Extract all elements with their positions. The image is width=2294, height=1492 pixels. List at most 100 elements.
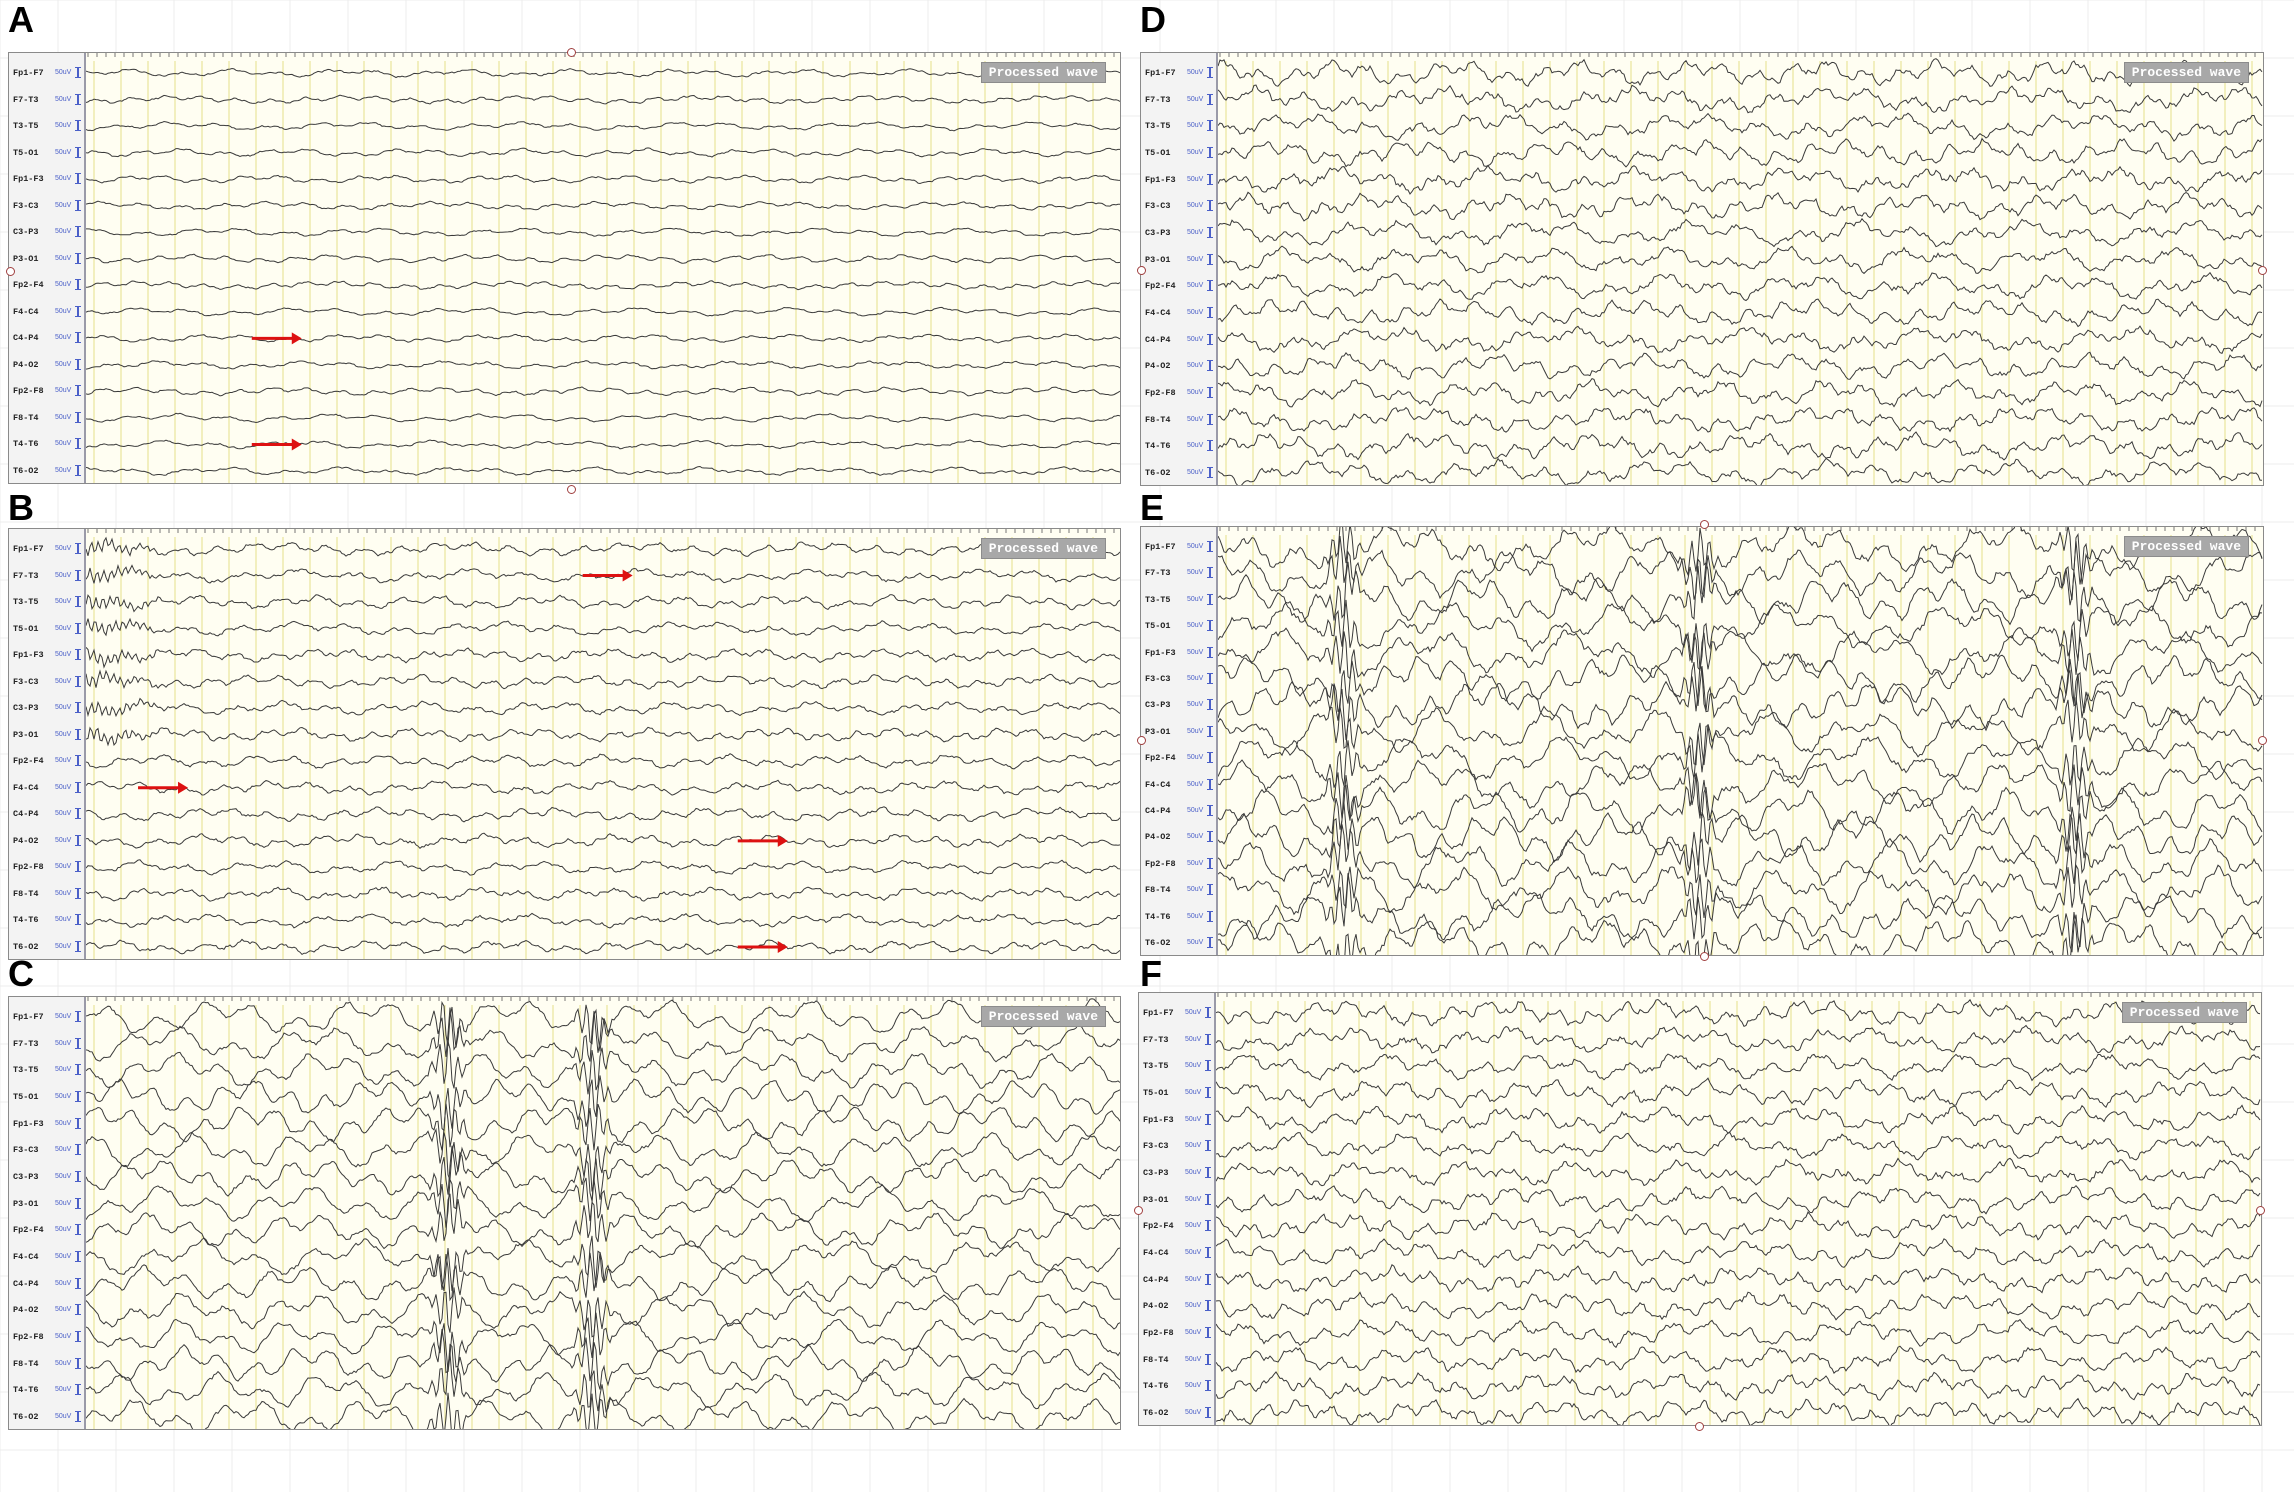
eeg-trace [86,280,1120,291]
channel-scale: 50uV [55,1386,72,1394]
channel-scale: 50uV [55,677,72,685]
eeg-frame: Fp1-F7 50uV F7-T3 50uV T3-T5 50uV T5-O1 50uV Fp1… [8,528,1121,960]
channel-scale: 50uV [1185,1302,1202,1310]
channel-label: F4-C4 [1145,779,1171,790]
scale-bar-icon [1207,620,1213,632]
scale-bar-icon [1207,831,1213,843]
channel-scale: 50uV [1187,202,1204,210]
scale-bar-icon [1207,173,1213,185]
channel-label: Fp1-F3 [13,650,44,661]
eeg-trace [1218,912,2263,955]
channel-label: Fp2-F4 [13,1225,44,1236]
channel-scale: 50uV [1187,648,1204,656]
channel-scale: 50uV [1187,754,1204,762]
scale-bar-icon [1205,1087,1211,1098]
scale-bar-icon [1207,567,1213,579]
eeg-trace [1216,1024,2261,1054]
channel-scale: 50uV [1187,95,1204,103]
channel-label: F4-C4 [1143,1248,1169,1258]
channel-label: C4-P4 [1143,1274,1169,1285]
channel-label: T3-T5 [13,1065,39,1076]
scale-bar-icon [1205,1060,1211,1072]
channel-label: Fp2-F8 [13,386,44,397]
channel-scale: 50uV [1187,229,1204,236]
red-arrow-icon [582,569,633,582]
eeg-trace [86,120,1120,132]
eeg-wave-area [86,529,1120,959]
eeg-trace [1218,191,2263,222]
eeg-trace [86,1352,1120,1413]
eeg-trace [86,386,1120,397]
scale-bar-icon [75,1224,81,1236]
channel-scale: 50uV [55,836,72,844]
channel-scale: 50uV [1185,1035,1202,1043]
channel-label: F7-T3 [13,570,39,581]
scale-bar-icon [75,1277,81,1289]
eeg-trace [1216,1397,2261,1425]
scale-bar-icon [75,649,81,661]
eeg-trace [1216,1157,2261,1187]
channel-label: T3-T5 [1143,1061,1169,1072]
channel-scale: 50uV [55,651,72,659]
channel-label: Fp2-F8 [13,862,44,873]
channel-scale: 50uV [55,598,72,606]
scale-bar-icon [75,358,81,370]
eeg-trace [86,333,1120,344]
scale-bar-icon [1207,857,1213,869]
eeg-traces [1218,53,2263,485]
channel-scale: 50uV [55,730,72,738]
channel-label-column: Fp1-F7 50uV F7-T3 50uV T3-T5 50uV T5-O1 50uV Fp1… [1141,53,1218,485]
channel-label: T4-T6 [1145,911,1171,922]
eeg-trace [1216,1077,2261,1109]
channel-label: F4-C4 [13,306,39,317]
eeg-trace [86,779,1120,796]
eeg-trace [1218,406,2263,433]
eeg-traces [86,529,1120,959]
channel-scale: 50uV [55,889,72,897]
eeg-trace [86,859,1120,876]
channel-scale: 50uV [55,1359,72,1367]
eeg-trace [86,67,1120,79]
marker-circle [1700,520,1709,529]
channel-scale: 50uV [55,863,72,871]
channel-scale: 50uV [1185,1089,1202,1096]
channel-scale: 50uV [55,1306,72,1314]
channel-scale: 50uV [1187,833,1204,841]
eeg-trace [1216,1131,2261,1161]
scale-bar-icon [1207,593,1213,605]
channel-label: T5-O1 [13,623,39,634]
scale-bar-icon [75,411,81,423]
channel-scale: 50uV [55,201,72,209]
scale-bar-icon [1207,937,1213,948]
eeg-trace [86,94,1120,105]
channel-label: T6-O2 [13,466,39,476]
eeg-trace [1218,351,2263,381]
channel-label: Fp2-F4 [13,756,44,767]
scale-bar-icon [1207,307,1213,318]
eeg-trace [1216,1104,2261,1135]
channel-scale: 50uV [1187,149,1204,156]
eeg-trace [86,360,1120,370]
channel-label: C4-P4 [13,809,39,820]
scale-bar-icon [75,1304,81,1316]
eeg-trace [86,806,1120,823]
channel-scale: 50uV [55,69,72,76]
scale-bar-icon [1207,67,1213,78]
scale-bar-icon [1207,725,1213,737]
channel-scale: 50uV [1187,939,1204,946]
channel-label: P4-O2 [1143,1301,1169,1312]
scale-bar-icon [75,596,81,608]
eeg-trace [1216,1345,2261,1374]
eeg-trace [1218,772,2263,853]
channel-label: Fp2-F4 [1145,753,1176,764]
scale-bar-icon [75,1357,81,1369]
channel-label: C4-P4 [13,1278,39,1289]
channel-label: Fp2-F4 [13,280,44,291]
channel-scale: 50uV [1187,622,1204,630]
scale-bar-icon [75,1064,81,1076]
channel-label: Fp1-F3 [13,1118,44,1129]
channel-label: T5-O1 [13,1092,39,1102]
eeg-trace [86,253,1120,264]
scale-bar-icon [1205,1140,1211,1152]
channel-scale: 50uV [1187,335,1204,343]
